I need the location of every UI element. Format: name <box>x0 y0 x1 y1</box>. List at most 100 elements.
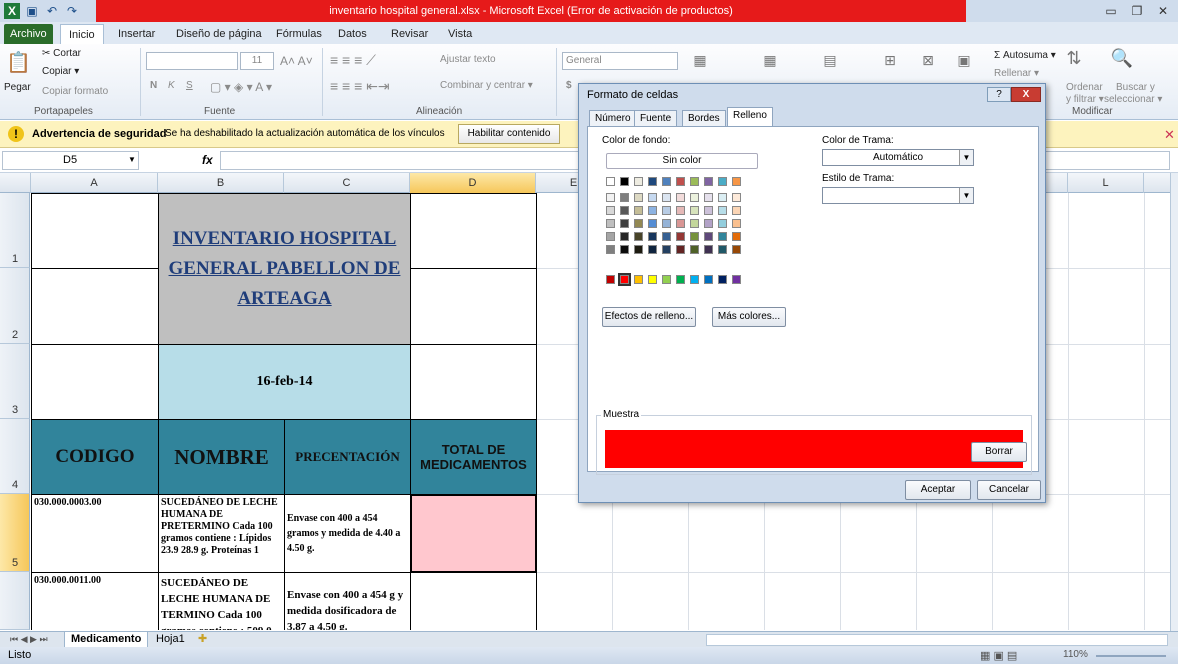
color-swatch[interactable] <box>704 219 713 228</box>
color-swatch[interactable] <box>606 219 615 228</box>
column-header-d[interactable]: D <box>410 173 536 193</box>
cell-a6-code[interactable]: 030.000.0011.00 <box>31 572 159 630</box>
color-swatch[interactable] <box>648 177 657 186</box>
borders-icon[interactable]: ▢ ▾ ◈ ▾ A ▾ <box>210 80 272 94</box>
fill-button[interactable]: Rellenar ▾ <box>994 68 1039 79</box>
cell-a3[interactable] <box>31 344 159 420</box>
restore-button[interactable]: ❐ <box>1124 2 1150 20</box>
sort-button[interactable]: Ordenar <box>1066 82 1103 93</box>
tab-datos[interactable]: Datos <box>330 24 375 44</box>
color-swatch[interactable] <box>718 275 727 284</box>
color-swatch[interactable] <box>606 232 615 241</box>
color-swatch[interactable] <box>662 219 671 228</box>
tab-inicio[interactable]: Inicio <box>60 24 104 44</box>
color-swatch-selected[interactable] <box>618 273 631 286</box>
cell-d1[interactable] <box>410 193 537 269</box>
color-swatch[interactable] <box>676 193 685 202</box>
color-swatch[interactable] <box>732 177 741 186</box>
format-painter-button[interactable]: Copiar formato <box>42 86 108 97</box>
pattern-color-select[interactable]: Automático ▼ <box>822 149 974 166</box>
view-buttons-icon[interactable]: ▦ ▣ ▤ <box>980 649 1017 662</box>
redo-icon[interactable]: ↷ <box>64 3 80 19</box>
cell-styles-icon[interactable]: ▤ <box>820 52 840 80</box>
color-swatch[interactable] <box>690 219 699 228</box>
tab-relleno[interactable]: Relleno <box>727 107 773 127</box>
color-swatch[interactable] <box>648 245 657 254</box>
cell-d3[interactable] <box>410 344 537 420</box>
cell-a2[interactable] <box>31 268 159 345</box>
tab-bordes[interactable]: Bordes <box>682 110 726 127</box>
color-swatch[interactable] <box>662 275 671 284</box>
cell-d2[interactable] <box>410 268 537 345</box>
tab-numero[interactable]: Número <box>589 110 637 127</box>
conditional-format-icon[interactable]: ▦ <box>690 52 710 80</box>
color-swatch[interactable] <box>718 177 727 186</box>
cell-b5-name[interactable]: SUCEDÁNEO DE LECHE HUMANA DE PRETERMINO … <box>158 494 285 573</box>
save-icon[interactable]: ▣ <box>24 3 40 19</box>
italic-button[interactable]: K <box>168 80 175 91</box>
color-swatch[interactable] <box>620 245 629 254</box>
clear-button[interactable]: Borrar <box>971 442 1027 462</box>
align-top-icon[interactable]: ≡ ≡ ≡ ⟋ <box>330 52 376 69</box>
color-swatch[interactable] <box>648 206 657 215</box>
tab-archivo[interactable]: Archivo <box>4 24 53 44</box>
wrap-text-button[interactable]: Ajustar texto <box>440 54 496 65</box>
fill-effects-button[interactable]: Efectos de relleno... <box>602 307 696 327</box>
sheet-tab-hoja1[interactable]: Hoja1 <box>150 632 191 648</box>
column-header-l[interactable]: L <box>1068 173 1144 193</box>
delete-cells-icon[interactable]: ⊠ <box>918 52 938 80</box>
color-swatch[interactable] <box>662 193 671 202</box>
color-swatch[interactable] <box>718 193 727 202</box>
color-swatch[interactable] <box>676 206 685 215</box>
sort-button-line2[interactable]: y filtrar ▾ <box>1066 94 1104 105</box>
merge-center-button[interactable]: Combinar y centrar ▾ <box>440 80 533 91</box>
insert-cells-icon[interactable]: ⊞ <box>880 52 900 80</box>
sort-filter-icon[interactable]: ⇅ <box>1064 48 1084 74</box>
row-header-1[interactable]: 1 <box>0 193 30 268</box>
tab-revisar[interactable]: Revisar <box>383 24 436 44</box>
color-swatch[interactable] <box>648 232 657 241</box>
sheet-tab-medicamento[interactable]: Medicamento <box>64 632 149 648</box>
color-swatch[interactable] <box>606 245 615 254</box>
color-swatch[interactable] <box>662 245 671 254</box>
color-swatch[interactable] <box>634 275 643 284</box>
color-swatch[interactable] <box>606 193 615 202</box>
copy-button[interactable]: Copiar ▾ <box>42 66 79 77</box>
dialog-close-button[interactable]: X <box>1011 87 1041 102</box>
color-swatch[interactable] <box>690 193 699 202</box>
color-swatch[interactable] <box>732 193 741 202</box>
underline-button[interactable]: S <box>186 80 193 91</box>
bold-button[interactable]: N <box>150 80 157 91</box>
color-swatch[interactable] <box>676 275 685 284</box>
color-swatch[interactable] <box>662 232 671 241</box>
color-swatch[interactable] <box>676 177 685 186</box>
header-codigo[interactable]: CODIGO <box>31 419 159 495</box>
color-swatch[interactable] <box>704 245 713 254</box>
autosum-button[interactable]: Σ Autosuma ▾ <box>994 50 1056 61</box>
zoom-level[interactable]: 110% <box>1063 649 1088 660</box>
select-all-corner[interactable] <box>0 173 31 193</box>
cancel-button[interactable]: Cancelar <box>977 480 1041 500</box>
new-sheet-icon[interactable]: ✚ <box>192 632 213 648</box>
color-swatch[interactable] <box>648 219 657 228</box>
sheet-nav-icon[interactable]: ⏮ ◀ ▶ ⏭ <box>4 632 54 648</box>
enable-content-button[interactable]: Habilitar contenido <box>458 124 560 144</box>
color-swatch[interactable] <box>634 206 643 215</box>
color-swatch[interactable] <box>606 275 615 284</box>
cell-c6-presentation[interactable]: Envase con 400 a 454 g y medida dosifica… <box>284 572 411 630</box>
find-button[interactable]: Buscar y <box>1116 82 1155 93</box>
color-swatch[interactable] <box>732 219 741 228</box>
active-cell-d5[interactable] <box>410 494 537 573</box>
color-swatch[interactable] <box>676 219 685 228</box>
close-icon[interactable]: ✕ <box>1164 127 1175 143</box>
color-swatch[interactable] <box>634 193 643 202</box>
color-swatch[interactable] <box>634 245 643 254</box>
color-swatch[interactable] <box>732 275 741 284</box>
help-button[interactable]: ? <box>987 87 1011 102</box>
tab-vista[interactable]: Vista <box>440 24 480 44</box>
color-swatch[interactable] <box>620 232 629 241</box>
header-nombre[interactable]: NOMBRE <box>158 419 285 495</box>
color-swatch[interactable] <box>732 232 741 241</box>
column-header-c[interactable]: C <box>284 173 410 193</box>
font-name-box[interactable] <box>146 52 238 70</box>
